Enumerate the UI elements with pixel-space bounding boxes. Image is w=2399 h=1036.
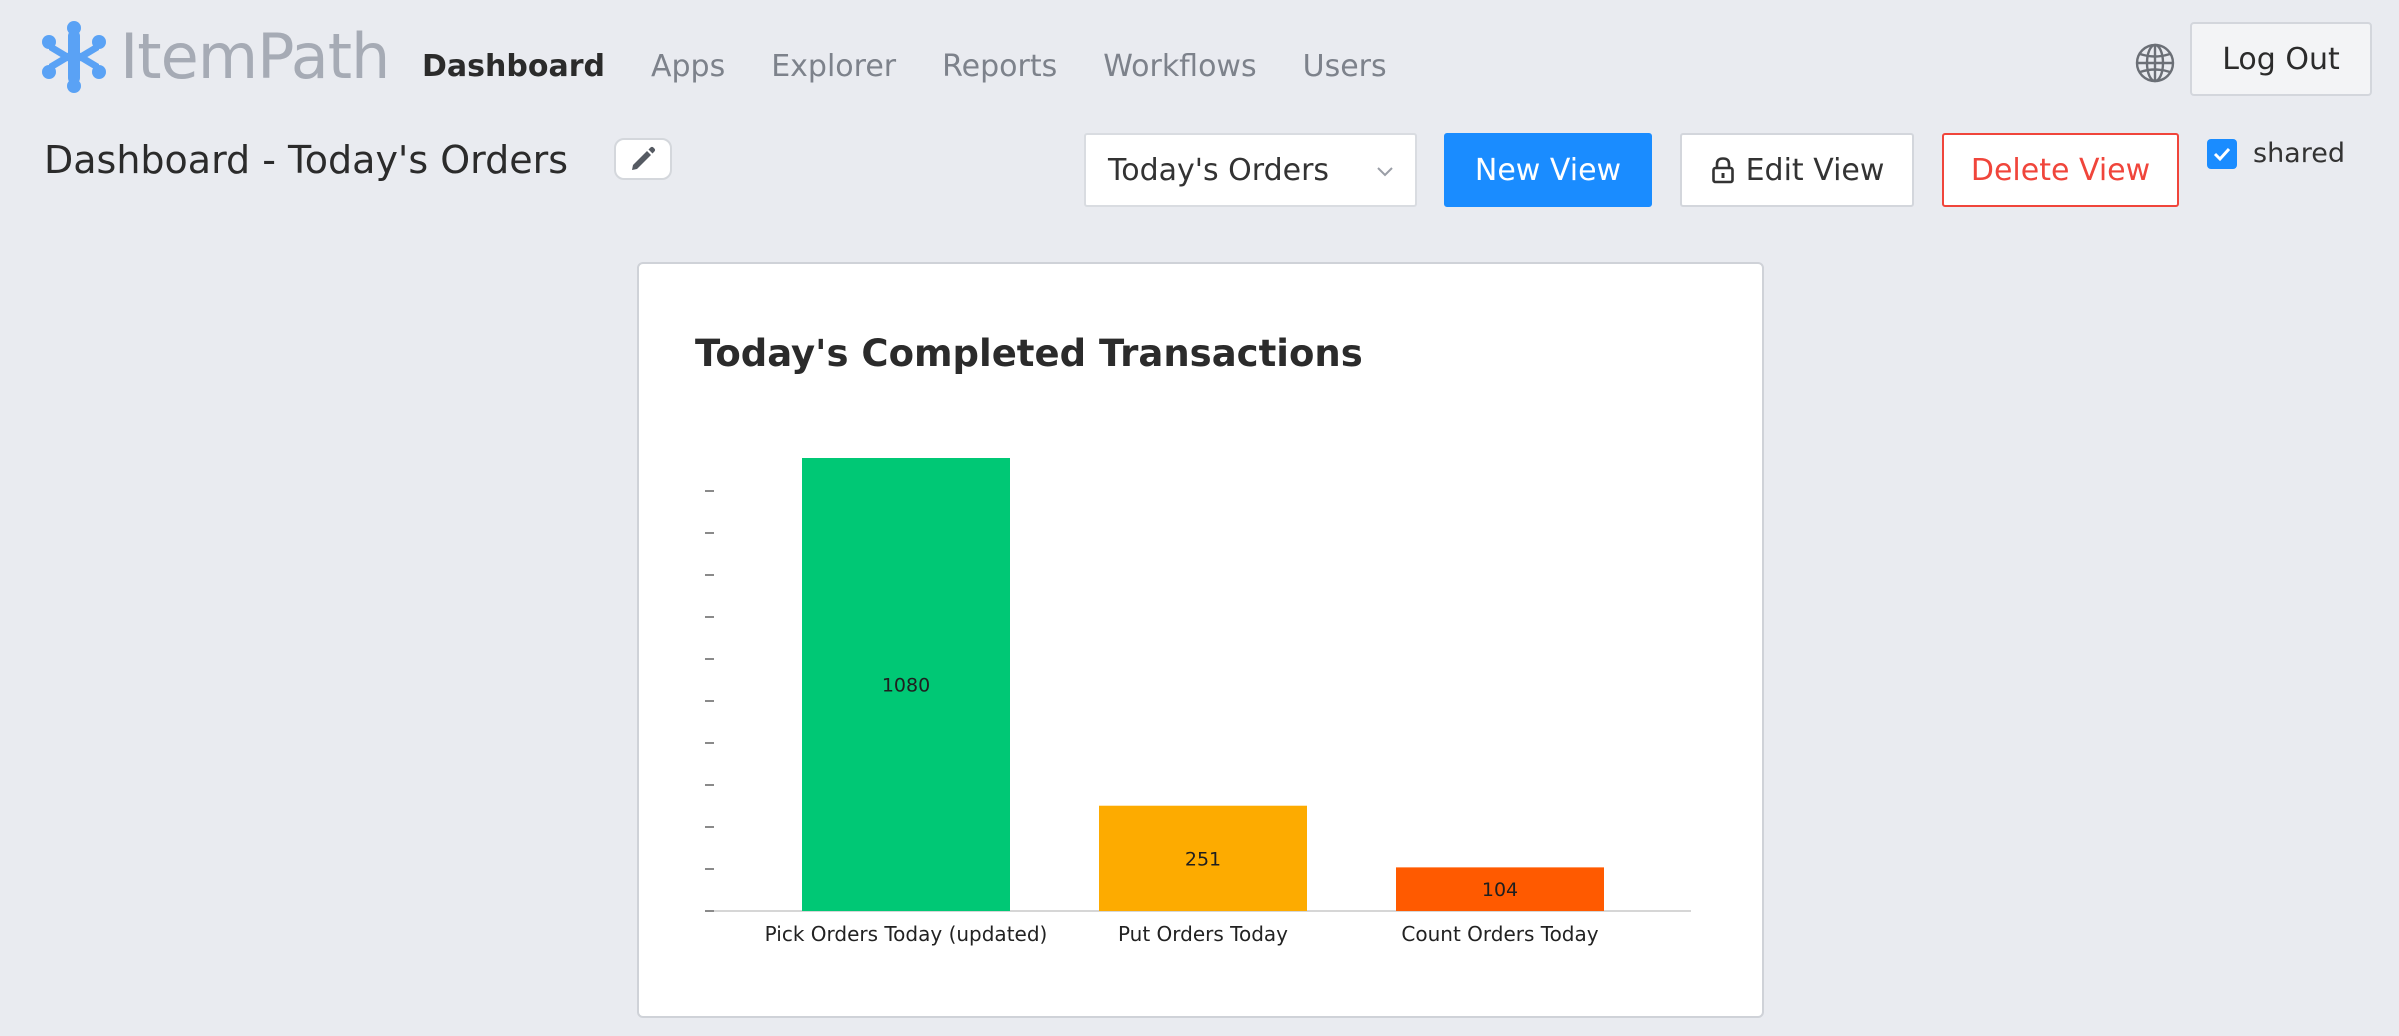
category-label: Put Orders Today [1118,922,1288,946]
chart-card: Today's Completed Transactions 1080 Pick … [637,262,1764,1018]
itempath-logo-icon [42,21,106,93]
delete-view-button[interactable]: Delete View [1942,133,2179,207]
page-title: Dashboard - Today's Orders [44,138,569,182]
view-select-value: Today's Orders [1108,152,1330,188]
nav-item-dashboard[interactable]: Dashboard [422,49,605,84]
edit-view-button[interactable]: Edit View [1680,133,1914,207]
globe-icon[interactable] [2134,42,2176,84]
new-view-button[interactable]: New View [1444,133,1652,207]
shared-toggle: shared [2207,138,2345,169]
nav-item-explorer[interactable]: Explorer [771,49,896,84]
category-label: Pick Orders Today (updated) [765,922,1048,946]
bar-value-label: 1080 [882,675,930,697]
shared-checkbox[interactable] [2207,138,2237,169]
edit-view-label: Edit View [1745,152,1885,188]
checkmark-icon [2213,147,2231,161]
edit-title-button[interactable] [614,138,672,180]
lock-icon [1711,157,1734,184]
chevron-down-icon [1377,167,1393,177]
nav-item-apps[interactable]: Apps [651,49,725,84]
pencil-icon [632,146,656,170]
shared-label: shared [2253,138,2345,169]
nav-item-reports[interactable]: Reports [942,49,1057,84]
bar-value-label: 251 [1185,848,1221,870]
logout-button[interactable]: Log Out [2190,22,2372,96]
logo-text: ItemPath [120,20,390,93]
bar-chart: 1080 Pick Orders Today (updated) 251 Put Or… [705,458,1691,946]
top-navigation-bar: ItemPath Dashboard Apps Explorer Reports… [0,0,2399,130]
bar-value-label: 104 [1482,879,1518,901]
new-view-label: New View [1474,152,1622,188]
app-logo[interactable]: ItemPath [40,20,390,94]
view-select[interactable]: Today's Orders [1084,133,1417,207]
delete-view-label: Delete View [1970,152,2151,188]
main-nav: Dashboard Apps Explorer Reports Workflow… [422,44,1433,88]
nav-item-workflows[interactable]: Workflows [1103,49,1256,84]
nav-item-users[interactable]: Users [1303,49,1387,84]
category-label: Count Orders Today [1401,922,1598,946]
